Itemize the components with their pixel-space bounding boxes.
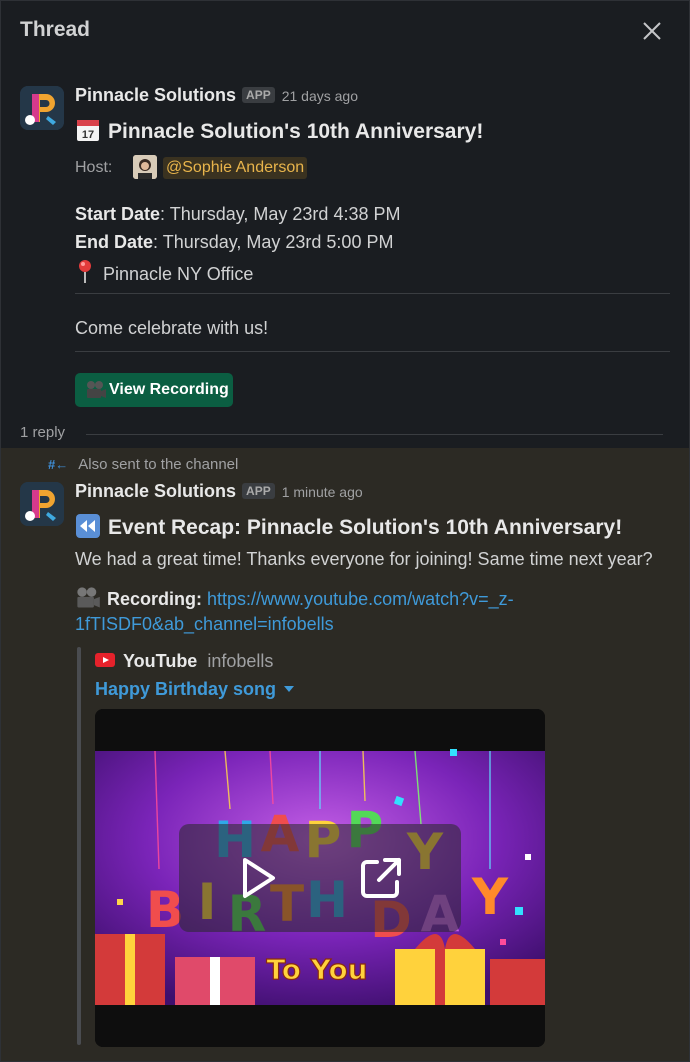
movie-camera-icon [87,381,106,398]
location-text: Pinnacle NY Office [103,264,254,284]
close-icon [643,22,661,40]
video-title-link[interactable]: Happy Birthday song [95,679,295,700]
view-recording-label: View Recording [109,381,229,398]
unfurl-bar [77,647,81,1045]
rewind-icon [75,513,101,539]
divider [75,293,670,294]
start-date-label: Start Date [75,204,161,224]
movie-camera-icon [75,586,101,610]
event-title-text: Pinnacle Solution's 10th Anniversary! [108,120,484,143]
app-badge: APP [242,87,275,103]
thread-title: Thread [20,18,91,41]
recording-label: Recording: [107,589,203,609]
pin-icon [75,259,95,285]
sender-name[interactable]: Pinnacle Solutions [75,481,236,501]
host-mention[interactable]: @Sophie Anderson [163,157,308,179]
event-location: Pinnacle NY Office [75,259,253,285]
start-date-value: : Thursday, May 23rd 4:38 PM [160,204,401,224]
event-description: Come celebrate with us! [75,318,269,338]
pinnacle-logo-icon [20,86,64,130]
close-button[interactable] [639,18,665,44]
open-external-button[interactable] [355,852,407,904]
unfurl-source: YouTube infobells [95,651,273,672]
app-badge: APP [242,483,275,499]
message-header: Pinnacle Solutions APP 21 days ago [75,85,358,106]
also-sent-notice: #← Also sent to the channel [48,456,238,473]
caret-down-icon[interactable] [284,686,295,692]
recording-link[interactable]: https://www.youtube.com/watch?v=_z- [207,589,514,609]
thread-panel: Thread Pinnacle Solutions APP 21 days ago … [0,0,690,1062]
end-date-label: End Date [75,232,154,252]
divider [75,351,670,352]
thumbnail-subtext: To You [266,953,367,986]
reply-count-row: 1 reply [20,424,663,444]
app-avatar[interactable] [20,86,64,130]
reply-count: 1 reply [20,424,66,441]
recording-link-continued[interactable]: 1fTISDF0&ab_channel=infobells [75,614,334,635]
video-controls [179,824,461,932]
external-link-icon [361,858,401,898]
end-date: End Date: Thursday, May 23rd 5:00 PM [75,232,393,253]
calendar-icon: 17 [75,117,101,143]
also-sent-text: Also sent to the channel [78,456,239,473]
view-recording-button[interactable]: View Recording [75,373,233,407]
start-date: Start Date: Thursday, May 23rd 4:38 PM [75,204,400,225]
channel-hash-icon: #← [48,457,69,472]
recording-line: Recording: https://www.youtube.com/watch… [75,586,514,610]
play-button[interactable] [231,852,283,904]
play-icon [243,858,275,898]
thread-header: Thread [1,1,689,61]
host-label: Host: [75,159,113,176]
timestamp[interactable]: 21 days ago [282,88,358,104]
message-header: Pinnacle Solutions APP 1 minute ago [75,481,363,502]
end-date-value: : Thursday, May 23rd 5:00 PM [153,232,394,252]
recap-title: Event Recap: Pinnacle Solution's 10th An… [75,513,622,540]
host-avatar[interactable] [133,155,157,179]
event-title: 17 Pinnacle Solution's 10th Anniversary! [75,117,483,144]
sender-name[interactable]: Pinnacle Solutions [75,85,236,105]
video-title-text: Happy Birthday song [95,679,277,699]
video-player[interactable]: H A P P Y B I R T H D A Y [95,709,545,1047]
youtube-icon [95,653,115,667]
unfurl-channel: infobells [207,651,274,671]
pinnacle-logo-icon [20,482,64,526]
svg-text:17: 17 [82,129,94,141]
timestamp[interactable]: 1 minute ago [282,484,363,500]
reply-divider [86,434,663,435]
app-avatar[interactable] [20,482,64,526]
recap-title-text: Event Recap: Pinnacle Solution's 10th An… [108,516,623,539]
svg-text:Y: Y [471,868,509,926]
recap-body: We had a great time! Thanks everyone for… [75,549,653,569]
unfurl-service: YouTube [123,651,198,671]
